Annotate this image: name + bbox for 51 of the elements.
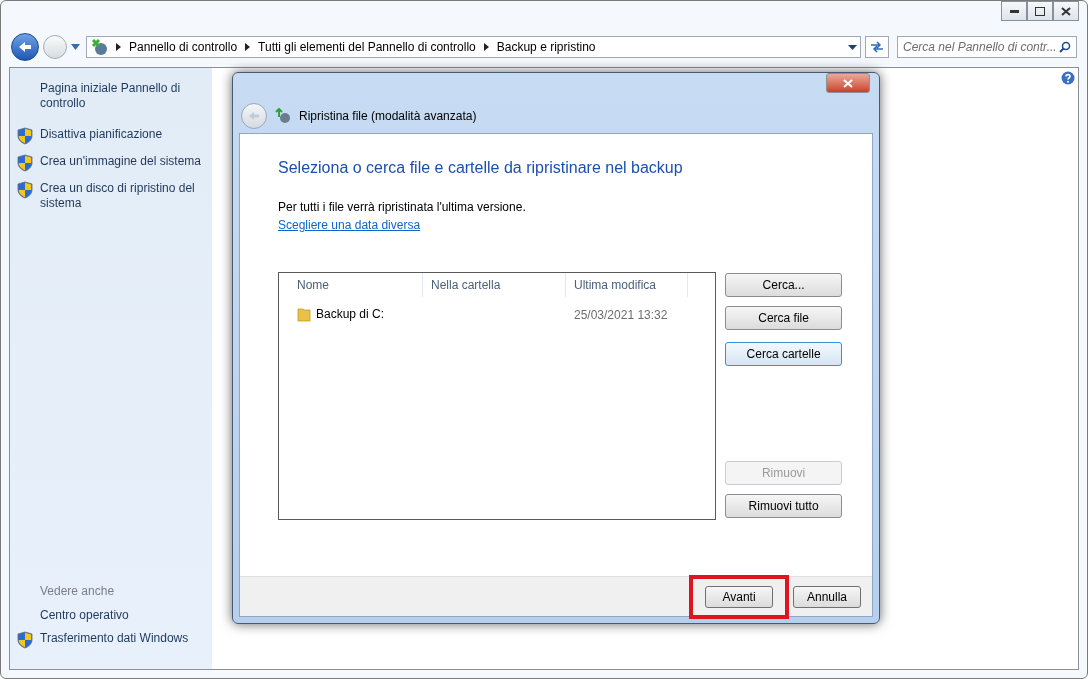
dialog-heading: Seleziona o cerca file e cartelle da ripristinare nel backup [278,158,684,178]
table-cell-text: Backup di C: [316,306,385,323]
search-field[interactable]: Cerca nel Pannello di contr... [897,36,1077,58]
table-cell: 25/03/2021 13:32 [574,308,668,322]
close-icon [1061,6,1071,16]
column-header[interactable]: Nome [289,273,423,297]
back-button[interactable] [11,33,39,61]
close-button[interactable] [1053,1,1079,21]
dropdown-icon [71,44,80,50]
sidebar-link[interactable]: Pagina iniziale Pannello di controllo [40,81,202,111]
chevron-right-icon [116,43,121,51]
close-icon [843,78,853,88]
minimize-button[interactable] [1001,1,1027,21]
sidebar-link[interactable]: Crea un disco di ripristino del sistema [40,181,202,211]
sidebar-link[interactable]: Centro operativo [40,608,129,623]
backup-icon [275,108,291,124]
search-icon [1059,41,1071,53]
shield-icon [17,154,33,172]
date-link[interactable]: Scegliere una data diversa [278,216,421,234]
sidebar-link[interactable]: Crea un'immagine del sistema [40,154,202,169]
minimize-icon [1009,9,1019,13]
see-also-heading: Vedere anche [40,583,115,600]
breadcrumb-item[interactable]: Pannello di controllo [129,38,238,56]
breadcrumb-item[interactable]: Backup e ripristino [496,38,596,56]
dialog-title: Ripristina file (modalità avanzata) [299,108,477,125]
breadcrumb-item[interactable]: Tutti gli elementi del Pannello di controllo [258,38,476,56]
help-icon [1061,71,1075,85]
chevron-right-icon [483,43,489,51]
shield-icon [17,127,33,145]
action-button[interactable]: Cerca cartelle [725,342,842,366]
arrow-left-icon [248,111,260,121]
maximize-button[interactable] [1027,1,1053,21]
arrow-left-icon [18,41,32,53]
dialog-button[interactable]: Annulla [793,585,861,608]
dropdown-icon [848,44,857,50]
action-button[interactable]: Rimuovi tutto [725,494,842,518]
refresh-icon [870,41,884,53]
sidebar-link[interactable]: Trasferimento dati Windows [40,631,189,646]
action-button[interactable]: Cerca file [725,306,842,330]
refresh-button[interactable] [865,36,889,58]
folder-icon [297,306,311,322]
dialog-button[interactable]: Avanti [705,585,773,608]
info-text: Per tutti i file verrà ripristinata l'ultima versione. [278,199,527,216]
column-header[interactable]: Ultima modifica [566,273,688,297]
column-header[interactable]: Nella cartella [423,273,566,297]
shield-icon [17,631,33,649]
action-button[interactable]: Cerca... [725,273,842,297]
sidebar-link[interactable]: Disattiva pianificazione [40,127,163,142]
shield-icon [17,181,33,199]
chevron-right-icon [245,43,251,51]
restore-icon [1035,6,1045,16]
